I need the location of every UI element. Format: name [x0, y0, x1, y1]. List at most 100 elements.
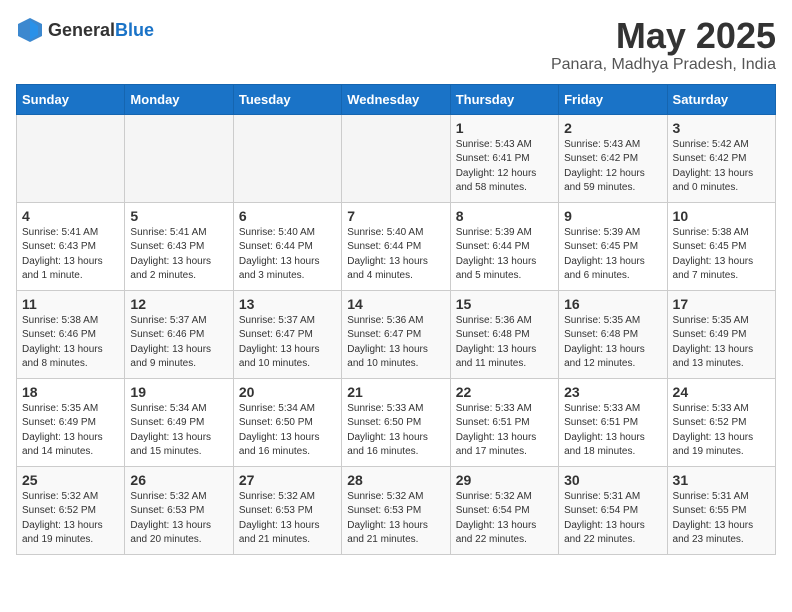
day-number: 23 [564, 384, 661, 400]
day-number: 20 [239, 384, 336, 400]
day-info: Sunrise: 5:38 AM Sunset: 6:45 PM Dayligh… [673, 226, 770, 284]
calendar-cell: 23 Sunrise: 5:33 AM Sunset: 6:51 PM Dayli… [559, 378, 667, 466]
logo: GeneralBlue [16, 16, 154, 44]
weekday-header-row: SundayMondayTuesdayWednesdayThursdayFrid… [17, 84, 776, 114]
day-number: 6 [239, 208, 336, 224]
calendar-cell: 17 Sunrise: 5:35 AM Sunset: 6:49 PM Dayli… [667, 290, 775, 378]
week-row-3: 11 Sunrise: 5:38 AM Sunset: 6:46 PM Dayli… [17, 290, 776, 378]
day-info: Sunrise: 5:32 AM Sunset: 6:53 PM Dayligh… [239, 490, 336, 548]
calendar-cell [17, 114, 125, 202]
day-number: 8 [456, 208, 553, 224]
calendar-cell: 13 Sunrise: 5:37 AM Sunset: 6:47 PM Dayli… [233, 290, 341, 378]
day-info: Sunrise: 5:36 AM Sunset: 6:48 PM Dayligh… [456, 314, 553, 372]
day-number: 24 [673, 384, 770, 400]
day-info: Sunrise: 5:39 AM Sunset: 6:45 PM Dayligh… [564, 226, 661, 284]
day-number: 14 [347, 296, 444, 312]
day-number: 2 [564, 120, 661, 136]
calendar-table: SundayMondayTuesdayWednesdayThursdayFrid… [16, 84, 776, 555]
day-number: 1 [456, 120, 553, 136]
day-number: 22 [456, 384, 553, 400]
day-number: 5 [130, 208, 227, 224]
calendar-cell: 12 Sunrise: 5:37 AM Sunset: 6:46 PM Dayli… [125, 290, 233, 378]
logo-blue: Blue [115, 20, 154, 40]
calendar-cell: 18 Sunrise: 5:35 AM Sunset: 6:49 PM Dayli… [17, 378, 125, 466]
day-number: 31 [673, 472, 770, 488]
day-number: 17 [673, 296, 770, 312]
calendar-cell [233, 114, 341, 202]
header: GeneralBlue May 2025 Panara, Madhya Prad… [16, 16, 776, 74]
day-number: 3 [673, 120, 770, 136]
calendar-cell: 15 Sunrise: 5:36 AM Sunset: 6:48 PM Dayli… [450, 290, 558, 378]
day-info: Sunrise: 5:31 AM Sunset: 6:54 PM Dayligh… [564, 490, 661, 548]
day-number: 21 [347, 384, 444, 400]
day-info: Sunrise: 5:33 AM Sunset: 6:51 PM Dayligh… [456, 402, 553, 460]
day-number: 29 [456, 472, 553, 488]
day-info: Sunrise: 5:31 AM Sunset: 6:55 PM Dayligh… [673, 490, 770, 548]
calendar-cell: 10Sunrise: 5:38 AM Sunset: 6:45 PM Dayli… [667, 202, 775, 290]
calendar-cell: 28Sunrise: 5:32 AM Sunset: 6:53 PM Dayli… [342, 466, 450, 554]
day-info: Sunrise: 5:32 AM Sunset: 6:53 PM Dayligh… [347, 490, 444, 548]
day-info: Sunrise: 5:32 AM Sunset: 6:53 PM Dayligh… [130, 490, 227, 548]
day-number: 11 [22, 296, 119, 312]
location-subtitle: Panara, Madhya Pradesh, India [551, 56, 776, 74]
calendar-cell: 26 Sunrise: 5:32 AM Sunset: 6:53 PM Dayli… [125, 466, 233, 554]
day-number: 7 [347, 208, 444, 224]
day-info: Sunrise: 5:32 AM Sunset: 6:52 PM Dayligh… [22, 490, 119, 548]
day-info: Sunrise: 5:34 AM Sunset: 6:50 PM Dayligh… [239, 402, 336, 460]
day-number: 13 [239, 296, 336, 312]
logo-icon [16, 16, 44, 44]
day-info: Sunrise: 5:40 AM Sunset: 6:44 PM Dayligh… [347, 226, 444, 284]
day-number: 12 [130, 296, 227, 312]
calendar-cell [342, 114, 450, 202]
day-info: Sunrise: 5:35 AM Sunset: 6:49 PM Dayligh… [673, 314, 770, 372]
title-area: May 2025 Panara, Madhya Pradesh, India [551, 16, 776, 74]
day-info: Sunrise: 5:43 AM Sunset: 6:41 PM Dayligh… [456, 138, 553, 196]
calendar-cell: 31 Sunrise: 5:31 AM Sunset: 6:55 PM Dayli… [667, 466, 775, 554]
day-info: Sunrise: 5:36 AM Sunset: 6:47 PM Dayligh… [347, 314, 444, 372]
calendar-cell: 22 Sunrise: 5:33 AM Sunset: 6:51 PM Dayli… [450, 378, 558, 466]
calendar-cell: 4Sunrise: 5:41 AM Sunset: 6:43 PM Daylig… [17, 202, 125, 290]
day-number: 16 [564, 296, 661, 312]
day-number: 19 [130, 384, 227, 400]
calendar-cell: 16Sunrise: 5:35 AM Sunset: 6:48 PM Dayli… [559, 290, 667, 378]
month-year-title: May 2025 [551, 16, 776, 56]
day-info: Sunrise: 5:38 AM Sunset: 6:46 PM Dayligh… [22, 314, 119, 372]
day-info: Sunrise: 5:32 AM Sunset: 6:54 PM Dayligh… [456, 490, 553, 548]
day-info: Sunrise: 5:39 AM Sunset: 6:44 PM Dayligh… [456, 226, 553, 284]
day-info: Sunrise: 5:33 AM Sunset: 6:52 PM Dayligh… [673, 402, 770, 460]
day-info: Sunrise: 5:33 AM Sunset: 6:50 PM Dayligh… [347, 402, 444, 460]
day-info: Sunrise: 5:33 AM Sunset: 6:51 PM Dayligh… [564, 402, 661, 460]
logo-general: General [48, 20, 115, 40]
day-number: 30 [564, 472, 661, 488]
calendar-cell: 5 Sunrise: 5:41 AM Sunset: 6:43 PM Daylig… [125, 202, 233, 290]
week-row-2: 4Sunrise: 5:41 AM Sunset: 6:43 PM Daylig… [17, 202, 776, 290]
calendar-cell: 19Sunrise: 5:34 AM Sunset: 6:49 PM Dayli… [125, 378, 233, 466]
day-info: Sunrise: 5:40 AM Sunset: 6:44 PM Dayligh… [239, 226, 336, 284]
calendar-cell: 25Sunrise: 5:32 AM Sunset: 6:52 PM Dayli… [17, 466, 125, 554]
calendar-cell: 24 Sunrise: 5:33 AM Sunset: 6:52 PM Dayli… [667, 378, 775, 466]
calendar-cell [125, 114, 233, 202]
day-info: Sunrise: 5:42 AM Sunset: 6:42 PM Dayligh… [673, 138, 770, 196]
weekday-header-thursday: Thursday [450, 84, 558, 114]
day-number: 9 [564, 208, 661, 224]
calendar-cell: 8 Sunrise: 5:39 AM Sunset: 6:44 PM Daylig… [450, 202, 558, 290]
day-info: Sunrise: 5:37 AM Sunset: 6:46 PM Dayligh… [130, 314, 227, 372]
calendar-cell: 20 Sunrise: 5:34 AM Sunset: 6:50 PM Dayli… [233, 378, 341, 466]
day-info: Sunrise: 5:35 AM Sunset: 6:49 PM Dayligh… [22, 402, 119, 460]
logo-text: GeneralBlue [48, 20, 154, 41]
calendar-cell: 9 Sunrise: 5:39 AM Sunset: 6:45 PM Daylig… [559, 202, 667, 290]
calendar-cell: 29 Sunrise: 5:32 AM Sunset: 6:54 PM Dayli… [450, 466, 558, 554]
week-row-1: 1 Sunrise: 5:43 AM Sunset: 6:41 PM Daylig… [17, 114, 776, 202]
calendar-cell: 14 Sunrise: 5:36 AM Sunset: 6:47 PM Dayli… [342, 290, 450, 378]
calendar-cell: 27Sunrise: 5:32 AM Sunset: 6:53 PM Dayli… [233, 466, 341, 554]
calendar-cell: 3 Sunrise: 5:42 AM Sunset: 6:42 PM Daylig… [667, 114, 775, 202]
weekday-header-tuesday: Tuesday [233, 84, 341, 114]
day-info: Sunrise: 5:43 AM Sunset: 6:42 PM Dayligh… [564, 138, 661, 196]
day-info: Sunrise: 5:41 AM Sunset: 6:43 PM Dayligh… [130, 226, 227, 284]
day-number: 15 [456, 296, 553, 312]
day-number: 26 [130, 472, 227, 488]
day-info: Sunrise: 5:37 AM Sunset: 6:47 PM Dayligh… [239, 314, 336, 372]
calendar-cell: 30 Sunrise: 5:31 AM Sunset: 6:54 PM Dayli… [559, 466, 667, 554]
day-number: 18 [22, 384, 119, 400]
calendar-cell: 7 Sunrise: 5:40 AM Sunset: 6:44 PM Daylig… [342, 202, 450, 290]
